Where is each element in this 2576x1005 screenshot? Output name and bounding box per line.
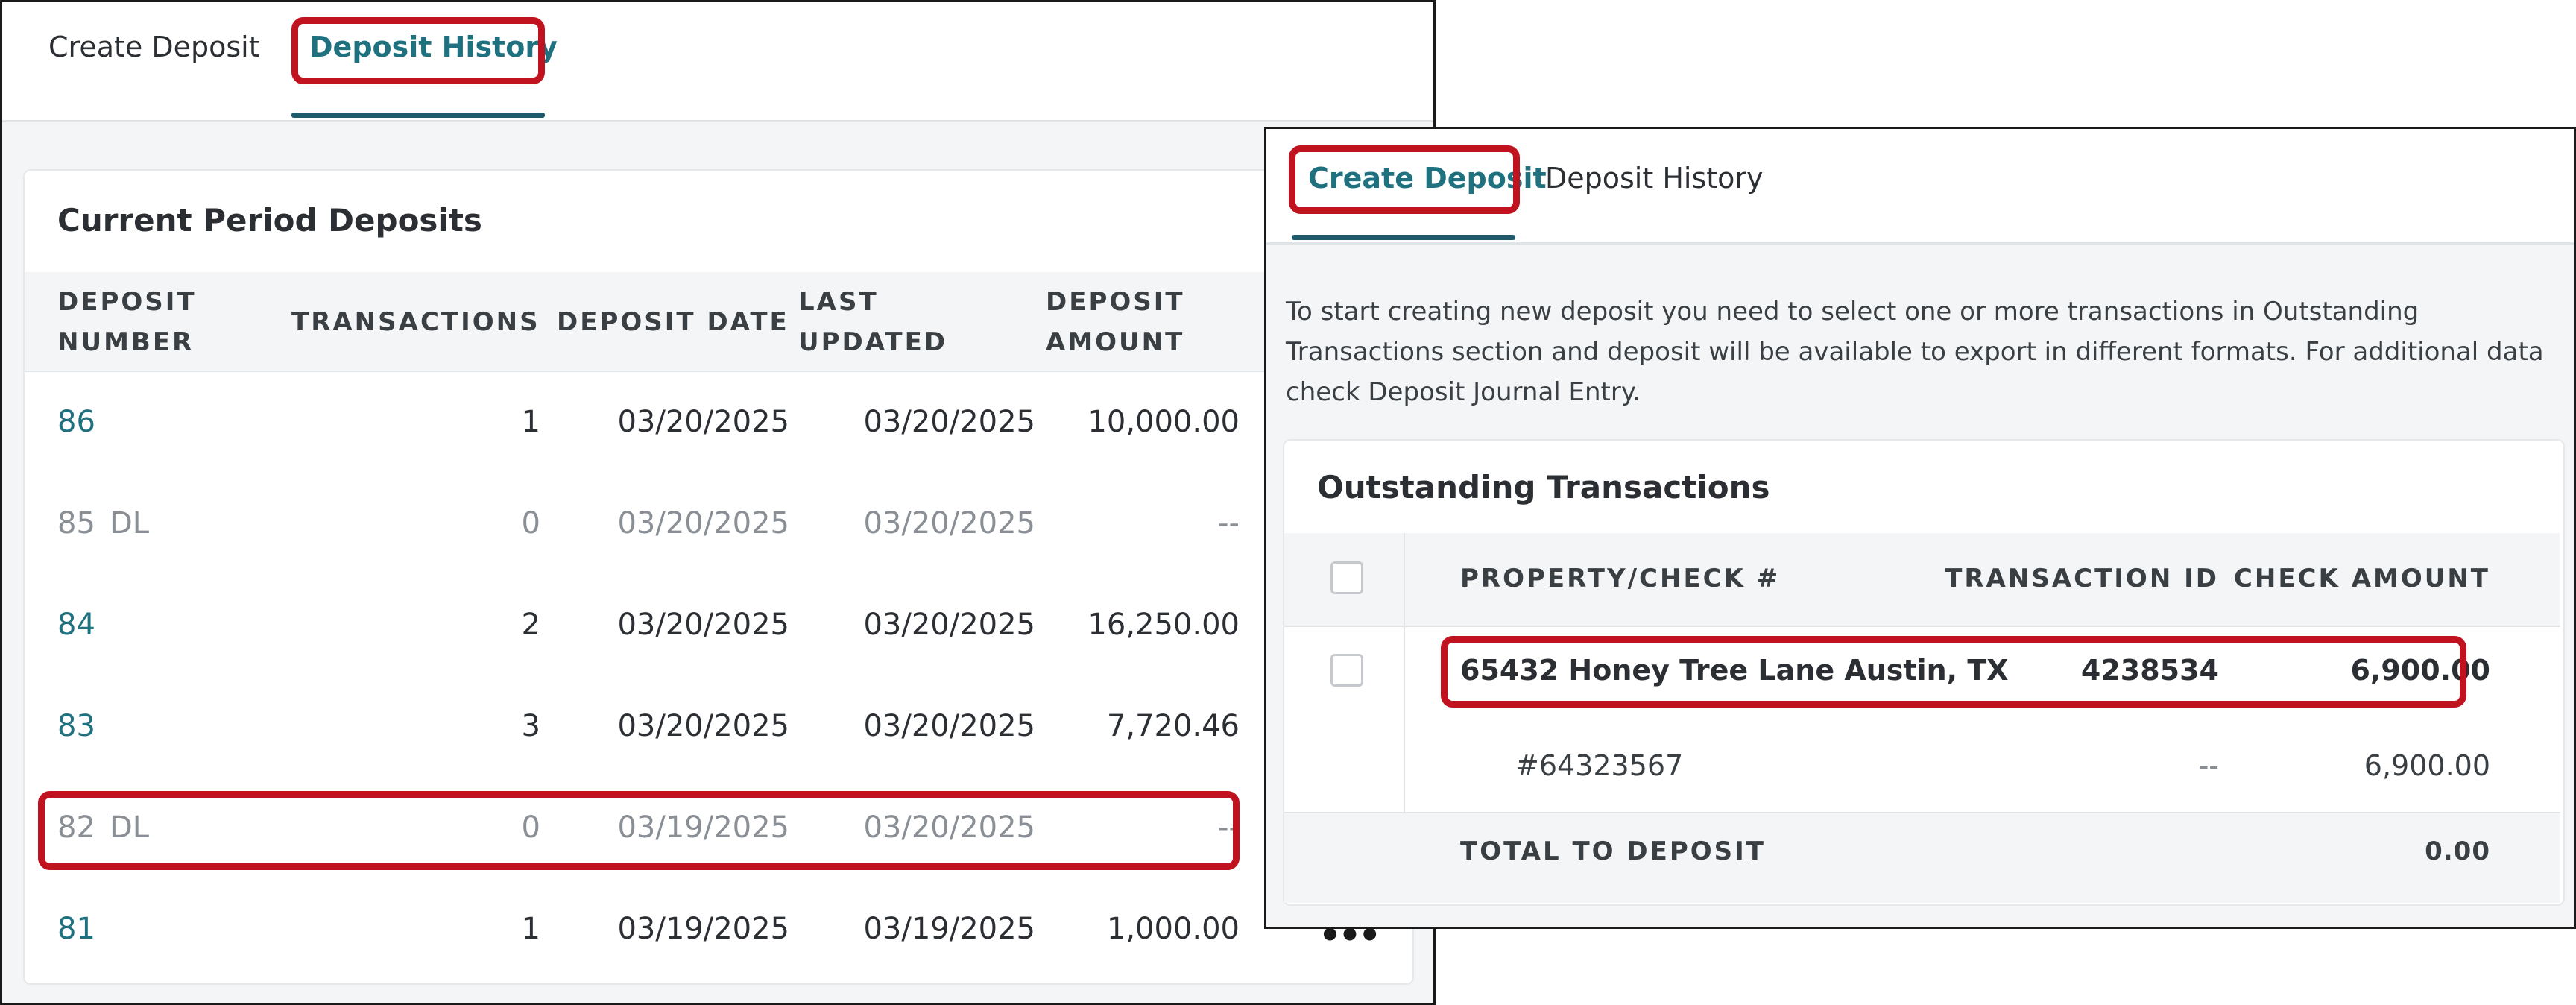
deposit-amount: 16,250.00 (1087, 608, 1240, 642)
last-updated: 03/20/2025 (863, 405, 1035, 439)
deposit-amount: 10,000.00 (1087, 405, 1240, 439)
table-row[interactable]: 86 1 03/20/2025 03/20/2025 10,000.00 (25, 372, 1409, 473)
deposit-amount: 7,720.46 (1106, 709, 1240, 743)
deposit-date: 03/19/2025 (617, 912, 789, 946)
col-deposit-number[interactable]: DEPOSIT NUMBER (57, 282, 197, 362)
transactions-count: 2 (521, 608, 540, 642)
col-transactions[interactable]: TRANSACTIONS (291, 302, 540, 342)
tab-create-deposit[interactable]: Create Deposit (48, 31, 260, 63)
select-all-checkbox[interactable] (1330, 561, 1363, 594)
transactions-count: 1 (521, 405, 540, 439)
col-check-amount[interactable]: CHECK AMOUNT (2234, 558, 2490, 599)
deposit-history-panel: Create Deposit Deposit History Current P… (0, 0, 1436, 1005)
deposit-date: 03/20/2025 (617, 608, 789, 642)
deposit-amount: 1,000.00 (1106, 912, 1240, 946)
tab-deposit-history[interactable]: Deposit History (1545, 162, 1764, 195)
col-transaction-id[interactable]: TRANSACTION ID (1945, 558, 2219, 599)
deposit-date: 03/20/2025 (617, 506, 789, 541)
highlight-row-82 (38, 791, 1240, 870)
highlight-transaction-row (1441, 636, 2466, 708)
col-property-check[interactable]: PROPERTY/CHECK # (1460, 558, 1780, 599)
last-updated: 03/20/2025 (863, 506, 1035, 541)
deposit-date: 03/20/2025 (617, 405, 789, 439)
dl-badge: DL (110, 506, 150, 541)
transactions-count: 0 (521, 506, 540, 541)
total-value: 0.00 (2425, 837, 2490, 866)
table-row[interactable]: 84 2 03/20/2025 03/20/2025 16,250.00 (25, 575, 1409, 676)
section-title: Current Period Deposits (57, 202, 482, 239)
transactions-count: 3 (521, 709, 540, 743)
check-number: #64323567 (1515, 749, 1684, 782)
table-row[interactable]: 81 1 03/19/2025 03/19/2025 1,000.00 (25, 879, 1409, 980)
highlight-create-deposit-tab (1289, 145, 1520, 214)
last-updated: 03/20/2025 (863, 608, 1035, 642)
active-tab-indicator (1292, 235, 1515, 240)
create-deposit-panel: Create Deposit Deposit History To start … (1264, 127, 2576, 929)
last-updated: 03/19/2025 (863, 912, 1035, 946)
col-last-updated[interactable]: LAST UPDATED (798, 282, 947, 362)
table-row[interactable]: 85 DL 0 03/20/2025 03/20/2025 -- (25, 473, 1409, 575)
deposit-number-link[interactable]: 84 (57, 608, 95, 642)
transactions-count: 1 (521, 912, 540, 946)
table-row[interactable]: 83 3 03/20/2025 03/20/2025 7,720.46 (25, 676, 1409, 778)
deposit-number-link[interactable]: 83 (57, 709, 95, 743)
instructions-text: To start creating new deposit you need t… (1286, 297, 2544, 407)
last-updated: 03/20/2025 (863, 709, 1035, 743)
deposit-number: 85 (57, 506, 95, 541)
highlight-deposit-history-tab (291, 17, 545, 84)
check-transaction-id: -- (2198, 749, 2219, 782)
col-deposit-amount[interactable]: DEPOSIT AMOUNT (1046, 282, 1185, 362)
active-tab-indicator (291, 113, 545, 118)
deposit-number-link[interactable]: 86 (57, 405, 95, 439)
row-checkbox[interactable] (1330, 654, 1363, 687)
check-amount: 6,900.00 (2364, 749, 2490, 782)
total-label: TOTAL TO DEPOSIT (1460, 837, 1766, 866)
deposit-amount: -- (1218, 506, 1240, 541)
card-title: Outstanding Transactions (1317, 469, 1770, 505)
col-deposit-date[interactable]: DEPOSIT DATE (557, 302, 789, 342)
deposit-date: 03/20/2025 (617, 709, 789, 743)
checkbox-column-divider (1404, 533, 1405, 812)
deposit-number-link[interactable]: 81 (57, 912, 95, 946)
